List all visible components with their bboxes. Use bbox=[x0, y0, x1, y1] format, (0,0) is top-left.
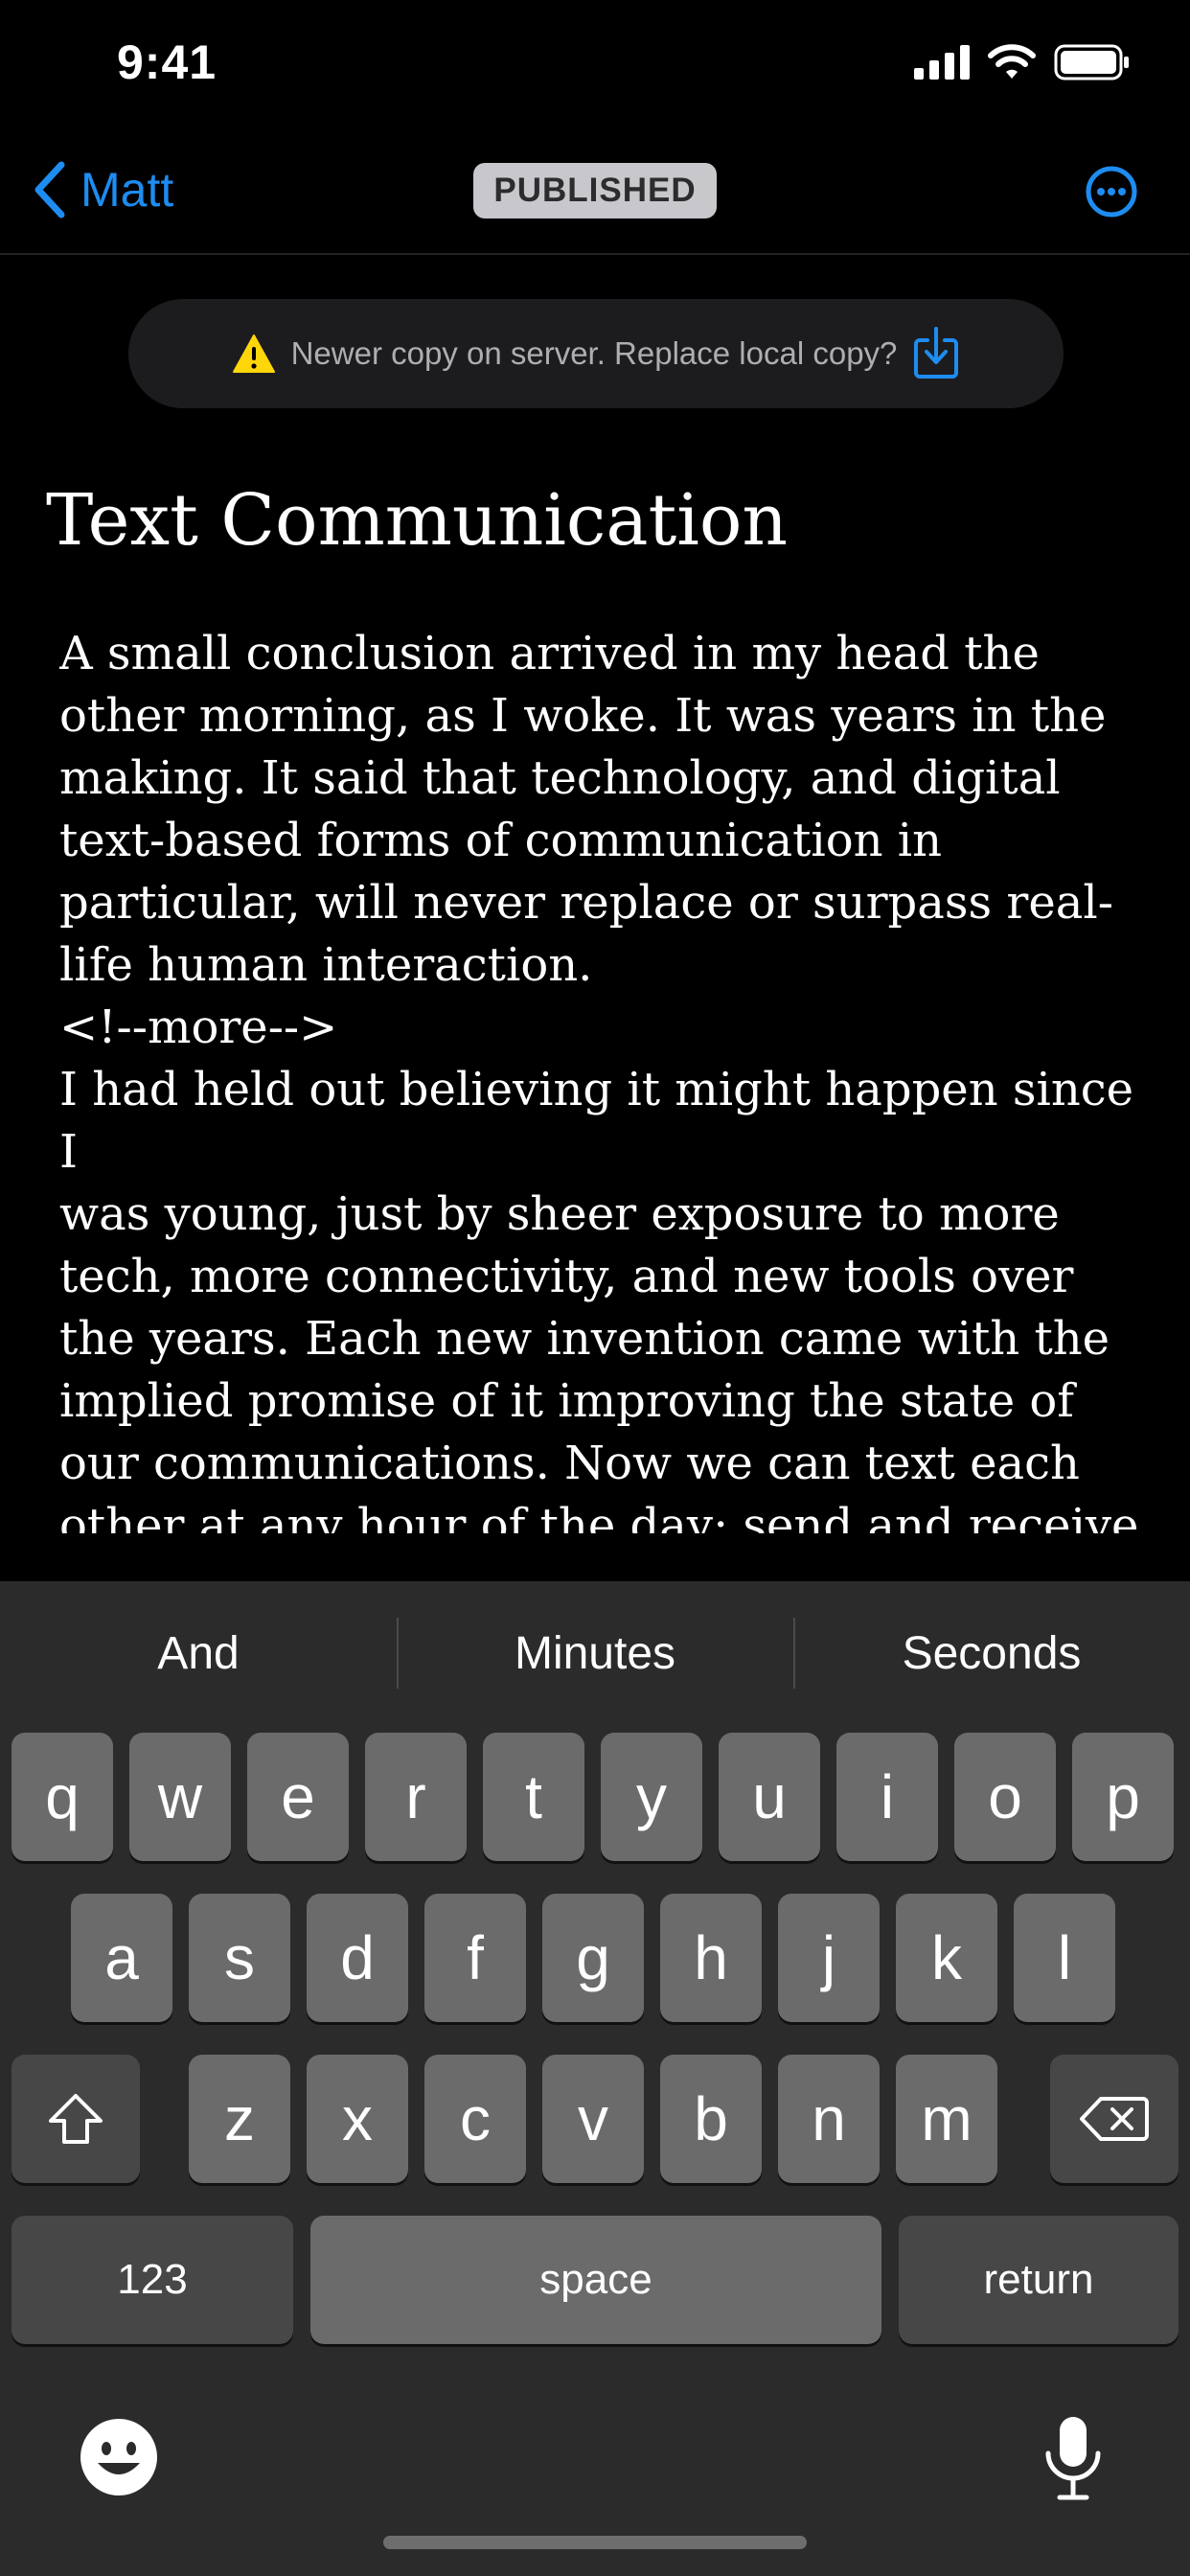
shift-key[interactable] bbox=[11, 2055, 140, 2183]
key-i[interactable]: i bbox=[836, 1733, 938, 1861]
battery-icon bbox=[1054, 44, 1129, 80]
predictive-suggestions: And Minutes Seconds bbox=[0, 1581, 1190, 1725]
key-k[interactable]: k bbox=[896, 1894, 997, 2022]
key-z[interactable]: z bbox=[189, 2055, 290, 2183]
backspace-icon bbox=[1080, 2097, 1149, 2141]
status-bar: 9:41 bbox=[0, 0, 1190, 134]
key-c[interactable]: c bbox=[424, 2055, 526, 2183]
key-q[interactable]: q bbox=[11, 1733, 113, 1861]
key-y[interactable]: y bbox=[601, 1733, 702, 1861]
shift-arrow-icon bbox=[49, 2094, 103, 2144]
key-l[interactable]: l bbox=[1014, 1894, 1115, 2022]
back-button-label: Matt bbox=[80, 163, 174, 217]
key-h[interactable]: h bbox=[660, 1894, 762, 2022]
key-a[interactable]: a bbox=[71, 1894, 172, 2022]
emoji-icon bbox=[80, 2419, 157, 2496]
key-x[interactable]: x bbox=[307, 2055, 408, 2183]
document-title[interactable]: Text Communication bbox=[46, 479, 788, 562]
chevron-left-icon bbox=[34, 161, 65, 218]
key-s[interactable]: s bbox=[189, 1894, 290, 2022]
document-body-editor[interactable]: A small conclusion arrived in my head th… bbox=[59, 623, 1142, 1533]
keyboard: And Minutes Seconds q w e r t y u i o p … bbox=[0, 1581, 1190, 2576]
warning-icon bbox=[232, 334, 275, 373]
key-m[interactable]: m bbox=[896, 2055, 997, 2183]
screen: 9:41 Matt PUBLISHED Newer copy on server… bbox=[0, 0, 1190, 2576]
status-time: 9:41 bbox=[117, 35, 217, 89]
suggestion-1[interactable]: And bbox=[0, 1581, 397, 1725]
server-copy-banner[interactable]: Newer copy on server. Replace local copy… bbox=[128, 299, 1064, 408]
return-key[interactable]: return bbox=[899, 2216, 1179, 2344]
key-r[interactable]: r bbox=[365, 1733, 467, 1861]
microphone-icon bbox=[1045, 2417, 1101, 2500]
key-n[interactable]: n bbox=[778, 2055, 880, 2183]
navigation-bar: Matt PUBLISHED bbox=[0, 134, 1190, 255]
banner-message: Newer copy on server. Replace local copy… bbox=[290, 335, 898, 371]
document-body-text[interactable]: A small conclusion arrived in my head th… bbox=[59, 623, 1142, 1533]
key-f[interactable]: f bbox=[424, 1894, 526, 2022]
key-e[interactable]: e bbox=[247, 1733, 349, 1861]
more-options-button[interactable] bbox=[1083, 163, 1140, 220]
key-w[interactable]: w bbox=[129, 1733, 231, 1861]
status-icons bbox=[914, 44, 1131, 80]
key-p[interactable]: p bbox=[1072, 1733, 1174, 1861]
emoji-button[interactable] bbox=[79, 2417, 159, 2502]
back-button[interactable]: Matt bbox=[33, 161, 173, 218]
key-t[interactable]: t bbox=[483, 1733, 584, 1861]
key-o[interactable]: o bbox=[954, 1733, 1056, 1861]
numbers-key[interactable]: 123 bbox=[11, 2216, 293, 2344]
wifi-icon bbox=[988, 44, 1036, 79]
status-badge: PUBLISHED bbox=[473, 163, 717, 218]
key-u[interactable]: u bbox=[719, 1733, 820, 1861]
key-j[interactable]: j bbox=[778, 1894, 880, 2022]
cellular-signal-icon bbox=[914, 45, 970, 80]
key-v[interactable]: v bbox=[542, 2055, 644, 2183]
suggestion-2[interactable]: Minutes bbox=[397, 1581, 793, 1725]
dictation-button[interactable] bbox=[1042, 2413, 1104, 2506]
key-b[interactable]: b bbox=[660, 2055, 762, 2183]
suggestion-3[interactable]: Seconds bbox=[793, 1581, 1190, 1725]
key-g[interactable]: g bbox=[542, 1894, 644, 2022]
space-key[interactable]: space bbox=[310, 2216, 881, 2344]
home-indicator bbox=[383, 2536, 807, 2549]
delete-key[interactable] bbox=[1050, 2055, 1179, 2183]
ellipsis-circle-icon bbox=[1086, 166, 1137, 218]
download-icon[interactable] bbox=[912, 327, 960, 380]
key-d[interactable]: d bbox=[307, 1894, 408, 2022]
